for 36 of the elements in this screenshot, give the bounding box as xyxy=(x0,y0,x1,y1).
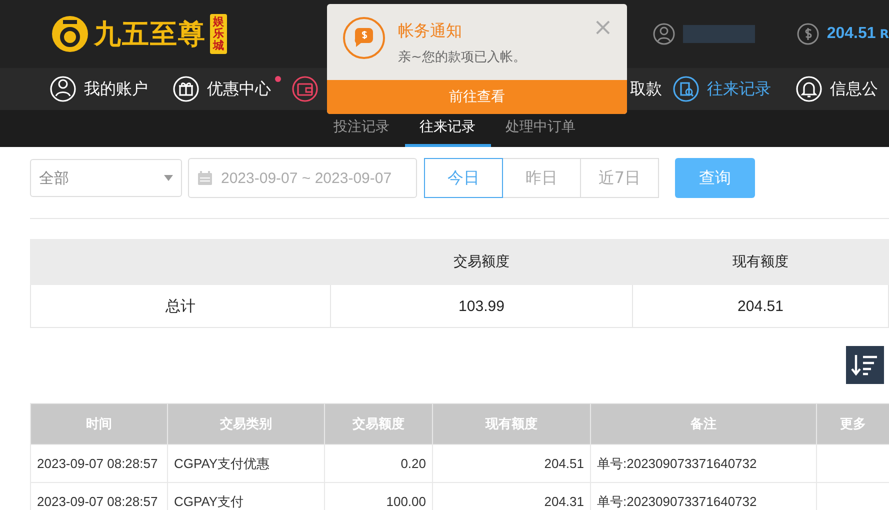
column-header: 交易额度 xyxy=(330,240,632,284)
caret-icon xyxy=(164,175,173,181)
table-cell: 单号:202309073371640732 xyxy=(590,444,816,482)
wallet-icon xyxy=(292,76,318,102)
nav-item[interactable] xyxy=(292,76,318,102)
table-cell: 204.51 xyxy=(632,284,888,328)
logo-text: 九五至尊 xyxy=(94,18,206,52)
gift-icon xyxy=(173,76,199,102)
document-search-icon xyxy=(673,76,699,102)
chat-dollar-icon xyxy=(342,16,386,60)
table-cell: 103.99 xyxy=(330,284,632,328)
table-cell: 总计 xyxy=(30,284,330,328)
table-cell: 0.20 xyxy=(324,444,432,482)
bell-icon xyxy=(796,76,822,102)
nav-item[interactable]: 取款 xyxy=(630,78,662,100)
nav-item[interactable]: 我的账户 xyxy=(50,76,148,102)
user-icon xyxy=(50,76,76,102)
sort-button[interactable] xyxy=(846,346,884,384)
logo-badge: 娱乐城 xyxy=(210,14,227,54)
table-cell: CGPAY支付优惠 xyxy=(168,444,324,482)
user-icon xyxy=(652,23,675,45)
nav-item[interactable]: 信息公 xyxy=(796,76,878,102)
currency-label: R xyxy=(880,27,889,41)
table-cell: 204.51 xyxy=(432,444,590,482)
nav-item[interactable]: 往来记录 xyxy=(673,76,771,102)
sort-icon xyxy=(851,353,879,377)
notification-title: 帐务通知 xyxy=(398,21,463,42)
table-cell: 2023-09-07 08:28:57 xyxy=(30,482,168,510)
column-header: 现有额度 xyxy=(632,240,888,284)
dollar-icon xyxy=(796,23,819,45)
notification-message: 亲~您的款项已入帐。 xyxy=(398,49,527,66)
table-cell: 2023-09-07 08:28:57 xyxy=(30,444,168,482)
logo-icon xyxy=(50,14,90,54)
type-dropdown[interactable]: 全部 xyxy=(30,159,182,197)
calendar-icon xyxy=(197,170,213,186)
balance-amount: 204.51 xyxy=(826,25,876,43)
